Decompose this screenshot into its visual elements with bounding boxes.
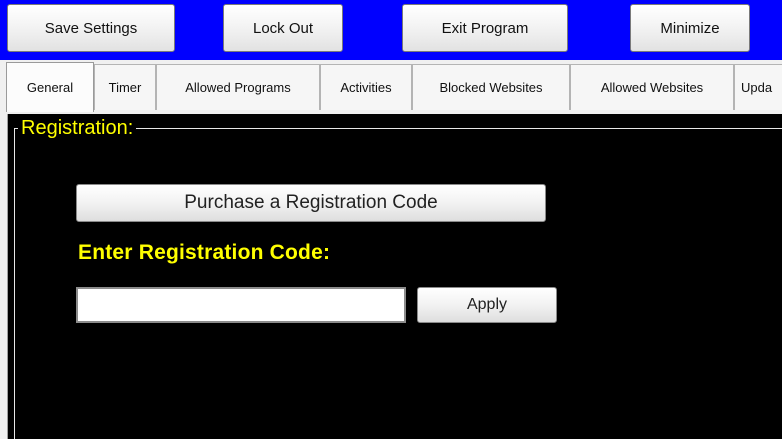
tab-allowed-websites[interactable]: Allowed Websites (570, 64, 734, 110)
exit-program-button[interactable]: Exit Program (402, 4, 568, 52)
registration-group-title: Registration: (18, 116, 137, 140)
enter-registration-code-label: Enter Registration Code: (78, 241, 331, 264)
minimize-button[interactable]: Minimize (630, 4, 750, 52)
tab-timer[interactable]: Timer (94, 64, 156, 110)
apply-button[interactable]: Apply (417, 287, 557, 323)
tab-allowed-programs[interactable]: Allowed Programs (156, 64, 320, 110)
tab-general[interactable]: General (6, 62, 94, 112)
lock-out-button[interactable]: Lock Out (223, 4, 343, 52)
app-window: Save Settings Lock Out Exit Program Mini… (0, 0, 782, 439)
top-toolbar: Save Settings Lock Out Exit Program Mini… (0, 0, 782, 60)
registration-group-frame (14, 128, 782, 439)
tab-updates[interactable]: Upda (734, 64, 782, 110)
tab-activities[interactable]: Activities (320, 64, 412, 110)
purchase-registration-code-button[interactable]: Purchase a Registration Code (76, 184, 546, 222)
tab-strip: General Timer Allowed Programs Activitie… (0, 60, 782, 116)
registration-code-input[interactable] (76, 287, 406, 323)
tab-blocked-websites[interactable]: Blocked Websites (412, 64, 570, 110)
save-settings-button[interactable]: Save Settings (7, 4, 175, 52)
panel-left-edge (0, 114, 8, 439)
